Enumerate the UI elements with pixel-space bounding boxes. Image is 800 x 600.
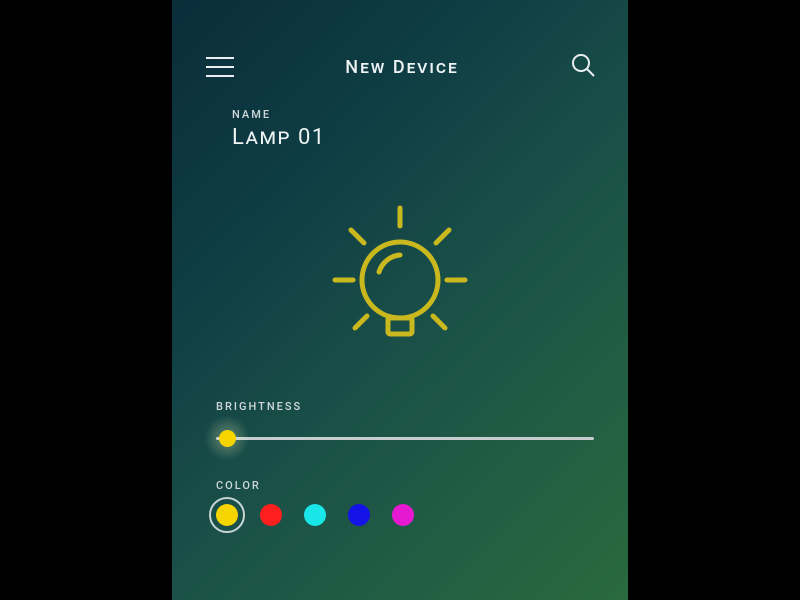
color-swatches xyxy=(216,504,594,526)
color-label: COLOR xyxy=(216,479,594,492)
name-label: NAME xyxy=(232,108,628,121)
page-title: New Device xyxy=(345,57,458,78)
brightness-label: BRIGHTNESS xyxy=(216,400,594,413)
menu-icon[interactable] xyxy=(206,50,234,84)
brightness-section: BRIGHTNESS xyxy=(172,360,628,453)
name-section: NAME Lamp 01 xyxy=(172,84,628,150)
search-icon[interactable] xyxy=(570,52,596,82)
brightness-slider[interactable] xyxy=(216,423,594,453)
slider-track xyxy=(216,437,594,440)
color-section: COLOR xyxy=(172,453,628,526)
color-swatch-red[interactable] xyxy=(260,504,282,526)
slider-handle[interactable] xyxy=(219,430,236,447)
bulb-icon xyxy=(315,190,485,360)
header: New Device xyxy=(172,0,628,84)
device-illustration xyxy=(172,190,628,360)
color-swatch-cyan[interactable] xyxy=(304,504,326,526)
name-value[interactable]: Lamp 01 xyxy=(232,125,628,150)
color-swatch-magenta[interactable] xyxy=(392,504,414,526)
device-screen: New Device NAME Lamp 01 xyxy=(172,0,628,600)
color-swatch-yellow[interactable] xyxy=(216,504,238,526)
color-swatch-blue[interactable] xyxy=(348,504,370,526)
